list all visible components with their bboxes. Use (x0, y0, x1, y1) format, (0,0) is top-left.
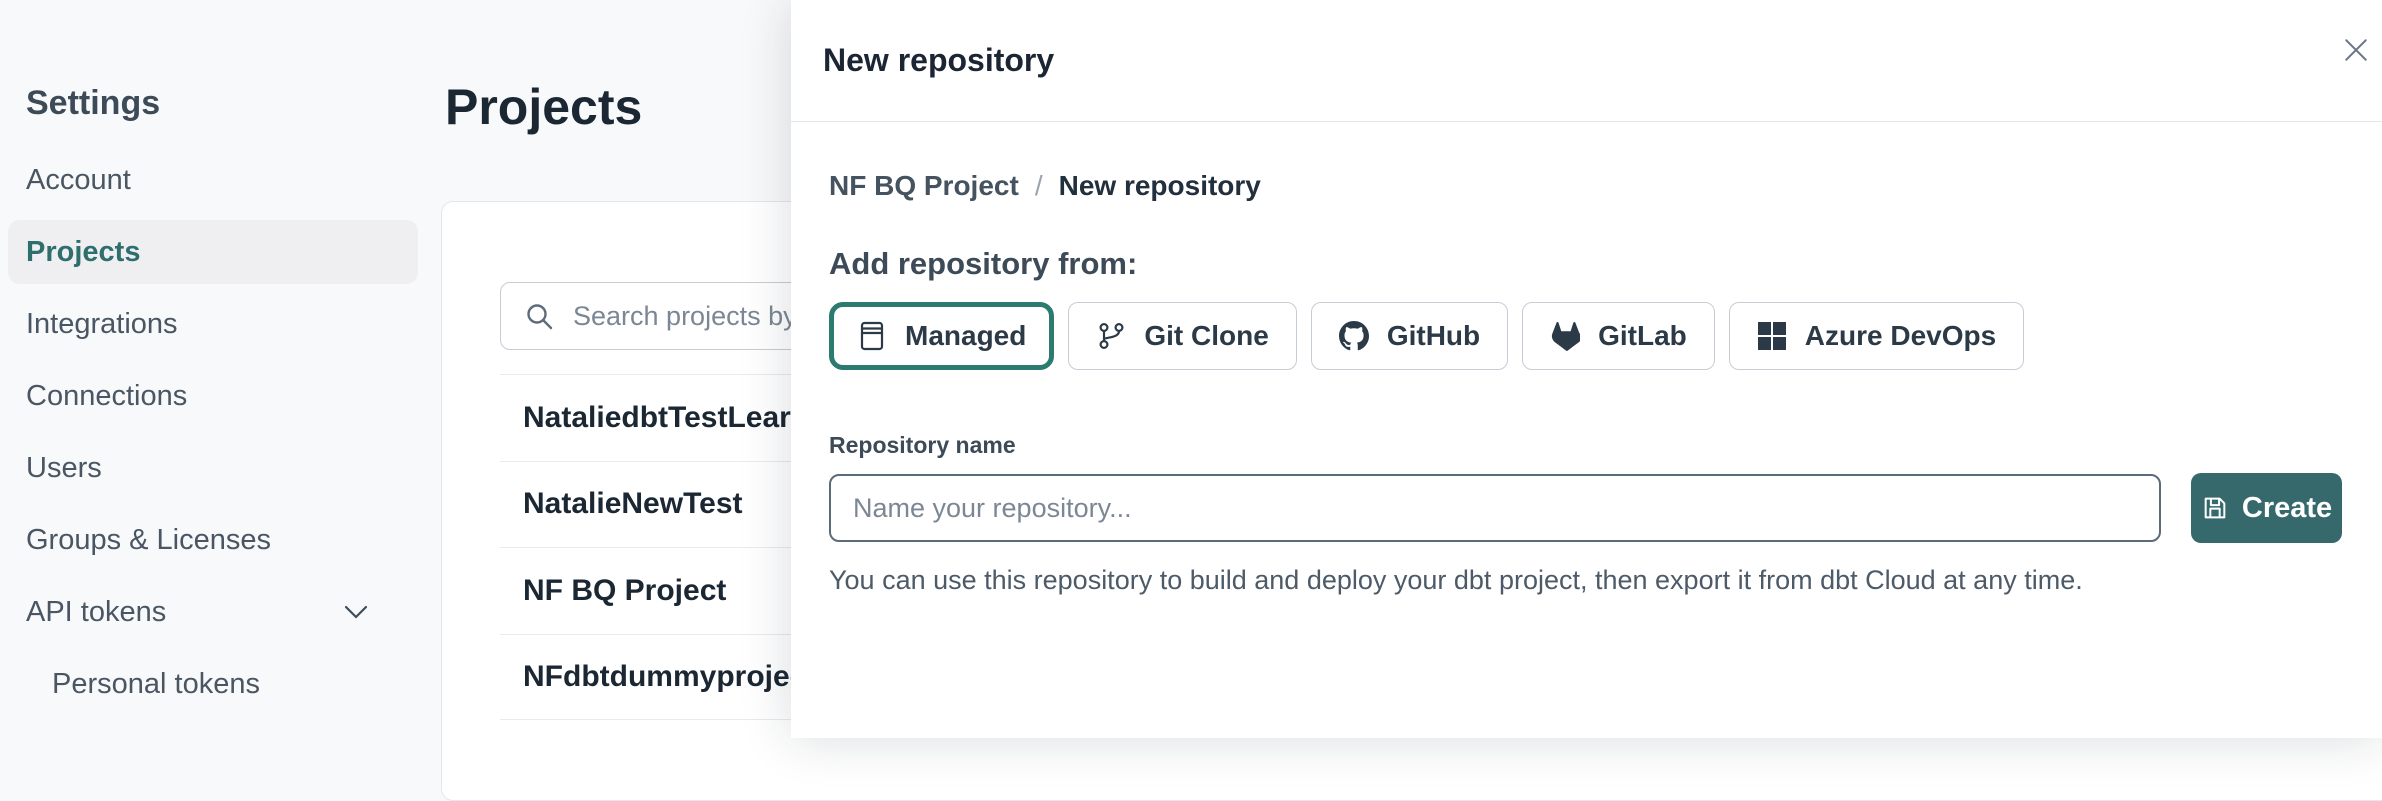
sidebar-item-label: Integrations (26, 308, 178, 341)
create-button[interactable]: Create (2191, 473, 2342, 543)
chevron-down-icon (344, 317, 368, 331)
breadcrumb-current: New repository (1059, 170, 1261, 202)
sidebar-item-integrations[interactable]: Integrations (0, 288, 440, 360)
sidebar-item-connections[interactable]: Connections (0, 360, 440, 432)
chevron-down-icon (344, 677, 368, 691)
sidebar-item-label: Users (26, 452, 102, 485)
sidebar-item-label: Personal tokens (52, 668, 260, 701)
azure-devops-icon (1757, 321, 1787, 351)
repository-name-input[interactable] (829, 474, 2161, 542)
save-icon (2201, 494, 2229, 522)
repo-source-options: Managed Git Clone GitHub GitLab Azure De… (829, 302, 2342, 370)
repo-source-label: GitHub (1387, 320, 1480, 352)
repo-source-label: Git Clone (1144, 320, 1268, 352)
breadcrumb-parent[interactable]: NF BQ Project (829, 170, 1019, 202)
repo-source-button-managed[interactable]: Managed (829, 302, 1054, 370)
sidebar-item-personal-tokens[interactable]: Personal tokens (0, 648, 440, 720)
new-repository-modal: New repository NF BQ Project / New repos… (791, 0, 2382, 738)
repo-source-label: Azure DevOps (1805, 320, 1996, 352)
project-name: NFdbtdummyproject (523, 660, 816, 694)
sidebar-item-users[interactable]: Users (0, 432, 440, 504)
chevron-down-icon (322, 245, 346, 259)
chevron-down-icon (344, 461, 368, 475)
git-branch-icon (1096, 321, 1126, 351)
sidebar-item-projects[interactable]: Projects (8, 220, 418, 284)
repo-source-button-gitlab[interactable]: GitLab (1522, 302, 1715, 370)
sidebar-item-api-tokens[interactable]: API tokens (0, 576, 440, 648)
repo-source-label: GitLab (1598, 320, 1687, 352)
repo-source-label: Managed (905, 320, 1026, 352)
repo-source-button-github[interactable]: GitHub (1311, 302, 1508, 370)
repository-name-label: Repository name (829, 432, 2342, 459)
repo-source-button-git-clone[interactable]: Git Clone (1068, 302, 1296, 370)
managed-icon (857, 321, 887, 351)
gitlab-icon (1550, 321, 1580, 351)
project-name: NF BQ Project (523, 574, 726, 608)
close-icon[interactable] (2338, 32, 2374, 68)
sidebar-item-label: Connections (26, 380, 187, 413)
chevron-down-icon (344, 605, 368, 619)
sidebar-item-label: API tokens (26, 596, 166, 629)
github-icon (1339, 321, 1369, 351)
repository-name-row: Create (829, 473, 2342, 543)
breadcrumb: NF BQ Project / New repository (829, 170, 2342, 202)
chevron-down-icon (344, 533, 368, 547)
sidebar-item-label: Projects (26, 236, 140, 269)
settings-sidebar: Settings Account Projects Integrations C… (0, 0, 440, 738)
create-button-label: Create (2242, 492, 2332, 525)
chevron-down-icon (344, 173, 368, 187)
sidebar-item-label: Groups & Licenses (26, 524, 271, 557)
repo-source-button-azure-devops[interactable]: Azure DevOps (1729, 302, 2024, 370)
project-name: NataliedbtTestLearn T (523, 401, 836, 435)
project-name: NatalieNewTest (523, 487, 743, 521)
add-repository-heading: Add repository from: (829, 246, 2342, 282)
sidebar-item-label: Account (26, 164, 131, 197)
sidebar-heading: Settings (26, 84, 160, 123)
modal-body: NF BQ Project / New repository Add repos… (791, 122, 2382, 596)
page-title: Projects (445, 78, 642, 136)
chevron-down-icon (344, 389, 368, 403)
sidebar-item-groups-licenses[interactable]: Groups & Licenses (0, 504, 440, 576)
modal-title: New repository (823, 42, 1054, 79)
repository-helper-text: You can use this repository to build and… (829, 565, 2342, 596)
modal-header: New repository (791, 0, 2382, 122)
sidebar-nav: Account Projects Integrations Connection… (0, 144, 440, 720)
sidebar-item-account[interactable]: Account (0, 144, 440, 216)
search-icon (523, 300, 555, 332)
breadcrumb-separator: / (1035, 170, 1043, 202)
